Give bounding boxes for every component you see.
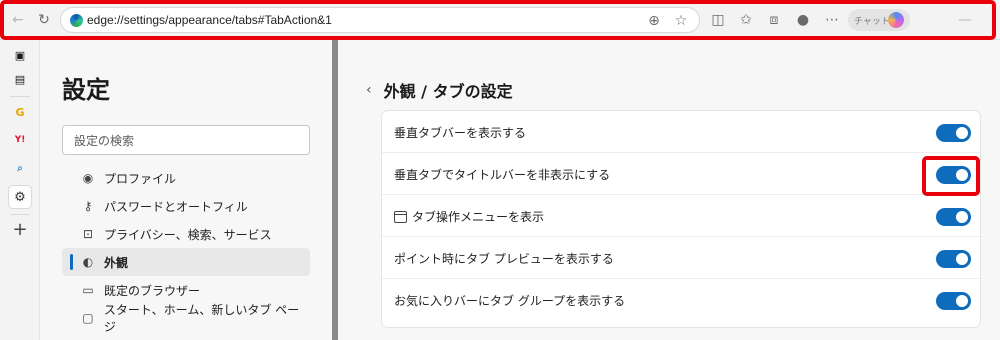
vertical-tab-bar-toggle[interactable] — [936, 124, 971, 142]
key-icon: ⚷ — [83, 199, 93, 213]
setting-label: ポイント時にタブ プレビューを表示する — [394, 252, 614, 266]
setting-label: 垂直タブバーを表示する — [394, 126, 527, 140]
sidebar-item-label: 外観 — [104, 255, 129, 270]
profile-avatar-icon[interactable]: ● — [793, 10, 813, 30]
split-screen-icon[interactable]: ◫ — [708, 10, 728, 30]
sidebar-item-label: パスワードとオートフィル — [104, 199, 248, 214]
setting-label: タブ操作メニューを表示 — [412, 210, 545, 224]
chat-label: チャット — [854, 16, 890, 27]
sidebar-item-label: プロファイル — [104, 171, 177, 186]
settings-tab-icon[interactable]: ⚙ — [8, 185, 32, 209]
hide-title-bar-toggle[interactable] — [936, 166, 971, 184]
setting-row: 垂直タブでタイトルバーを非表示にする — [382, 153, 982, 195]
sidebar-item-label: 既定のブラウザー — [104, 283, 201, 298]
favorites-icon[interactable]: ✩ — [736, 10, 756, 30]
more-menu-icon[interactable]: ⋯ — [822, 10, 842, 30]
back-arrow-icon[interactable]: ← — [8, 10, 28, 30]
settings-main: ‹ 外観 / タブの設定 垂直タブバーを表示する 垂直タブでタイトルバーを非表示… — [338, 40, 1000, 340]
tab-settings-card: 垂直タブバーを表示する 垂直タブでタイトルバーを非表示にする タブ操作メニューを… — [381, 110, 982, 329]
lock-icon: ⊡ — [82, 227, 94, 241]
sidebar-item-label: プライバシー、検索、サービス — [104, 227, 272, 242]
minimize-icon[interactable]: — — [955, 10, 975, 30]
tab-groups-favorites-toggle[interactable] — [936, 292, 971, 310]
toggle-knob — [956, 253, 968, 265]
screenshot-icon[interactable]: ⧈ — [764, 10, 784, 30]
selection-indicator — [70, 254, 73, 270]
zoom-icon[interactable]: ⊕ — [644, 11, 664, 31]
address-bar[interactable]: edge://settings/appearance/tabs#TabActio… — [60, 7, 700, 33]
settings-sidebar: 設定 設定の検索 ◉ プロファイル ⚷ パスワードとオートフィル ⊡ プライバシ… — [40, 40, 332, 340]
copilot-icon — [888, 12, 904, 28]
setting-label-with-icon: タブ操作メニューを表示 — [388, 208, 544, 225]
toggle-knob — [956, 211, 968, 223]
toggle-knob — [956, 127, 968, 139]
yahoo-icon[interactable]: Y! — [8, 128, 32, 152]
edge-logo-icon — [70, 14, 83, 27]
palette-icon: ◐ — [82, 255, 94, 269]
profile-icon: ◉ — [82, 171, 94, 185]
setting-row: タブ操作メニューを表示 — [382, 195, 982, 237]
sidebar-item-profile[interactable]: ◉ プロファイル — [62, 164, 310, 192]
page-title: 外観 / タブの設定 — [383, 82, 513, 101]
home-page-icon: ▢ — [82, 311, 94, 325]
sidebar-item-privacy[interactable]: ⊡ プライバシー、検索、サービス — [62, 220, 310, 248]
chevron-left-icon[interactable]: ‹ — [366, 82, 372, 98]
rail-divider — [10, 96, 30, 97]
toggle-knob — [956, 169, 968, 181]
search-placeholder: 設定の検索 — [74, 134, 135, 148]
setting-row: お気に入りバーにタブ グループを表示する — [382, 279, 982, 329]
tab-preview-toggle[interactable] — [936, 250, 971, 268]
google-icon[interactable]: G — [8, 100, 32, 124]
settings-title: 設定 — [62, 76, 110, 104]
vertical-tabs-rail: ▣ ▤ G Y! ⌕ ⚙ + — [0, 40, 40, 340]
sidebar-item-appearance[interactable]: ◐ 外観 — [62, 248, 310, 276]
setting-label: お気に入りバーにタブ グループを表示する — [394, 294, 626, 308]
sidebar-item-label: スタート、ホーム、新しいタブ ページ — [103, 303, 300, 334]
sidebar-item-passwords[interactable]: ⚷ パスワードとオートフィル — [62, 192, 310, 220]
sidebar-item-start-home[interactable]: ▢ スタート、ホーム、新しいタブ ページ — [62, 303, 310, 334]
new-tab-icon[interactable]: + — [8, 217, 32, 241]
setting-row: 垂直タブバーを表示する — [382, 111, 982, 153]
copilot-chat-button[interactable]: チャット — [848, 9, 910, 31]
settings-search-input[interactable]: 設定の検索 — [62, 125, 310, 155]
refresh-icon[interactable]: ↻ — [34, 10, 54, 30]
url-text: edge://settings/appearance/tabs#TabActio… — [87, 13, 332, 27]
toggle-knob — [956, 295, 968, 307]
browser-icon: ▭ — [82, 283, 94, 297]
rail-divider — [10, 214, 30, 215]
workspaces-icon[interactable]: ▤ — [8, 67, 32, 91]
page-header: ‹ 外観 / タブの設定 — [366, 78, 513, 102]
search-tab-icon[interactable]: ⌕ — [8, 156, 32, 180]
tab-actions-icon[interactable]: ▣ — [8, 43, 32, 67]
sidebar-item-default-browser[interactable]: ▭ 既定のブラウザー — [62, 276, 310, 304]
setting-row: ポイント時にタブ プレビューを表示する — [382, 237, 982, 279]
setting-label: 垂直タブでタイトルバーを非表示にする — [394, 168, 611, 182]
tab-action-menu-toggle[interactable] — [936, 208, 971, 226]
browser-toolbar: ← ↻ edge://settings/appearance/tabs#TabA… — [0, 0, 1000, 40]
tab-menu-icon — [394, 210, 407, 223]
favorite-star-icon[interactable]: ☆ — [671, 11, 691, 31]
